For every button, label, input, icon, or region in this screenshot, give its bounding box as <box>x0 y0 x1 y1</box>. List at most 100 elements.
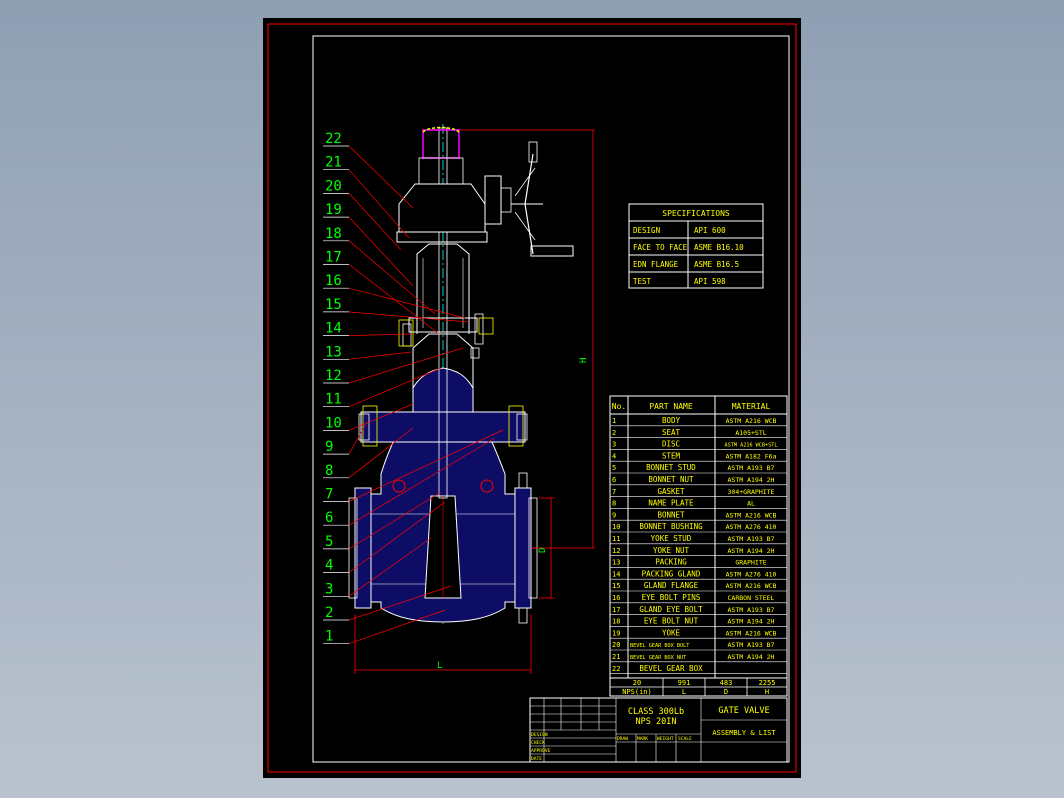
part-name: PACKING <box>655 558 687 567</box>
balloon-number: 18 <box>325 226 342 242</box>
part-name: EYE BOLT PINS <box>642 593 701 602</box>
part-name: GLAND FLANGE <box>644 581 699 590</box>
part-no: 10 <box>612 523 620 531</box>
part-no: 20 <box>612 641 620 649</box>
part-no: 8 <box>612 500 616 508</box>
part-name: YOKE STUD <box>651 534 692 543</box>
part-material: ASTM A193 B7 <box>728 606 775 614</box>
size-label: D <box>724 688 728 696</box>
part-material: ASTM A194 2H <box>728 618 775 626</box>
part-material: ASTM A193 B7 <box>728 464 775 472</box>
balloon-number: 10 <box>325 415 342 431</box>
part-name: BONNET <box>657 510 685 519</box>
mid-header-mark: MARK <box>637 736 648 742</box>
part-name: BONNET STUD <box>646 463 696 472</box>
balloon-number: 11 <box>325 392 342 408</box>
drawing-title: GATE VALVE <box>718 706 769 716</box>
dim-d-label: D <box>538 548 548 553</box>
part-material: ASTM A276 410 <box>726 570 777 578</box>
part-no: 12 <box>612 547 620 555</box>
dim-l-label: L <box>437 661 442 671</box>
part-name: BEVEL GEAR BOX NUT <box>630 655 686 661</box>
part-no: 3 <box>612 441 616 449</box>
part-material: AL <box>747 500 755 508</box>
sign-row-check: CHECK <box>531 740 545 746</box>
part-material: ASTM A194 2H <box>728 476 775 484</box>
sign-row-design: DESIGN <box>531 732 548 738</box>
part-no: 11 <box>612 535 620 543</box>
part-name: YOKE NUT <box>653 546 690 555</box>
part-name: BONNET NUT <box>648 475 694 484</box>
part-name: BONNET BUSHING <box>639 522 703 531</box>
part-material: ASTM A193 B7 <box>728 535 775 543</box>
title-block: DESIGN CHECK APPROVE DATE DRAW MARK WEIG… <box>529 697 788 763</box>
part-material: ASTM A216 WCB <box>726 511 777 519</box>
part-name: EYE BOLT NUT <box>644 617 699 626</box>
part-balloon: 14 <box>323 321 412 337</box>
spec-key: EDN FLANGE <box>633 260 679 269</box>
part-no: 16 <box>612 594 620 602</box>
bonnet-flange <box>360 411 526 443</box>
balloon-number: 9 <box>325 439 333 455</box>
part-no: 2 <box>612 429 616 437</box>
part-material: ASTM A216 WCB <box>726 417 777 425</box>
balloon-leader <box>348 193 402 251</box>
size-value: 483 <box>720 679 733 687</box>
balloon-leader <box>348 333 412 336</box>
balloon-number: 12 <box>325 368 342 384</box>
class-line-1: CLASS 300Lb <box>628 707 684 717</box>
stem-cap <box>422 129 460 159</box>
part-no: 19 <box>612 629 620 637</box>
bevel-gear-box <box>398 183 486 233</box>
part-material: ASTM A194 2H <box>728 653 775 661</box>
part-no: 4 <box>612 452 616 460</box>
balloon-number: 5 <box>325 534 333 550</box>
part-no: 14 <box>612 570 620 578</box>
part-no: 22 <box>612 665 620 673</box>
part-material: ASTM A216 WCB <box>726 629 777 637</box>
mid-header-weight: WEIGHT <box>657 736 674 742</box>
balloon-number: 13 <box>325 344 342 360</box>
part-material: A105+STL <box>735 429 766 437</box>
part-balloon: 13 <box>323 344 412 360</box>
size-label: NPS(in) <box>622 688 652 696</box>
part-material: ASTM A216 WCB+STL <box>724 443 777 449</box>
balloon-leader <box>348 351 412 360</box>
part-name: DISC <box>662 440 680 449</box>
part-name: GLAND EYE BOLT <box>639 605 703 614</box>
part-no: 21 <box>612 653 620 661</box>
part-name: SEAT <box>662 428 681 437</box>
parts-header-name: PART NAME <box>649 402 693 411</box>
part-material: GRAPHITE <box>735 559 766 567</box>
drawing-sheet: H D L 22 21 20 19 18 17 16 15 14 13 12 11 10 9 8 7 6 5 4 3 2… <box>263 18 801 778</box>
balloon-number: 6 <box>325 510 333 526</box>
part-name: YOKE <box>662 628 681 637</box>
part-material: 304+GRAPHITE <box>728 488 775 496</box>
mid-header-scale: SCALE <box>678 736 692 742</box>
mid-header-draw: DRAW <box>617 736 628 742</box>
size-value: 2255 <box>759 679 776 687</box>
spec-key: FACE TO FACE <box>633 243 688 252</box>
part-material: ASTM A193 B7 <box>728 641 775 649</box>
size-value: 20 <box>633 679 641 687</box>
part-name: NAME PLATE <box>648 499 694 508</box>
balloon-number: 2 <box>325 605 333 621</box>
size-value: 991 <box>678 679 691 687</box>
part-material: ASTM A182 F6a <box>726 452 777 460</box>
part-balloon: 16 <box>323 273 466 319</box>
part-no: 7 <box>612 488 616 496</box>
size-table: 20 991 483 2255 NPS(in) L D H <box>609 677 788 697</box>
balloon-leader <box>348 240 436 315</box>
sign-row-date: DATE <box>531 756 542 762</box>
sign-row-approve: APPROVE <box>531 748 551 754</box>
part-name: STEM <box>662 451 681 460</box>
parts-rows: 1 BODY ASTM A216 WCB 2 SEAT A105+STL 3 DISC ASTM… <box>610 416 787 674</box>
balloon-number: 17 <box>325 250 342 266</box>
balloon-number: 3 <box>325 581 333 597</box>
balloon-leader <box>348 145 414 209</box>
dim-h-label: H <box>579 358 589 363</box>
parts-header-material: MATERIAL <box>732 402 771 411</box>
drawing-subtitle: ASSEMBLY & LIST <box>712 729 776 737</box>
part-name: BEVEL GEAR BOX BOLT <box>630 643 689 649</box>
part-material: ASTM A194 2H <box>728 547 775 555</box>
